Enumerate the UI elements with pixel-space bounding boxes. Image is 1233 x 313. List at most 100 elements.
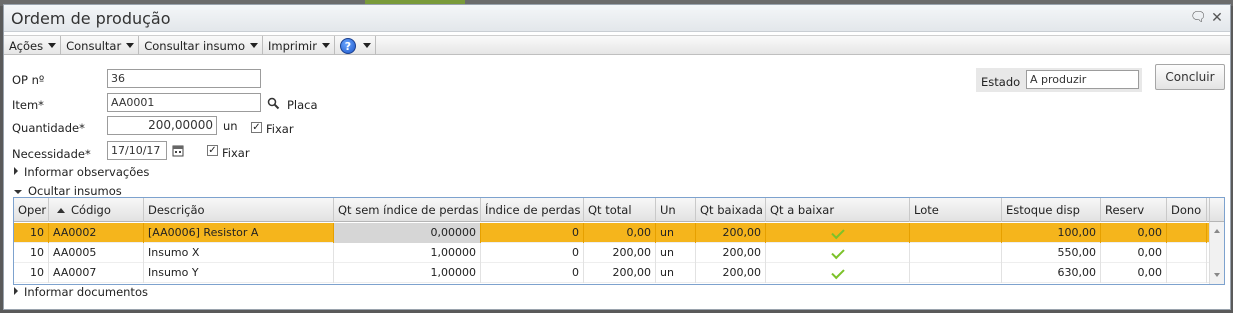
column-header-dono[interactable]: Dono: [1167, 198, 1207, 222]
scroll-up-arrow-icon[interactable]: [1214, 229, 1220, 233]
chevron-down-icon: [250, 43, 258, 48]
cell-dono: [1167, 243, 1207, 263]
imprimir-label: Imprimir: [268, 38, 317, 53]
cell-reserv: 0,00: [1101, 243, 1167, 263]
insumos-grid: Oper Código Descrição Qt sem índice de p…: [13, 197, 1225, 285]
grid-vertical-scrollbar[interactable]: [1209, 222, 1224, 284]
cell-indice-perdas[interactable]: 0: [481, 223, 584, 243]
acoes-menu-button[interactable]: Ações: [4, 36, 62, 55]
search-icon[interactable]: [267, 97, 280, 110]
item-description: Placa: [287, 98, 318, 112]
cell-qt-total: 200,00: [584, 243, 656, 263]
necessidade-fixar-checkbox[interactable]: ✓: [207, 145, 218, 156]
necessidade-date-field[interactable]: 17/10/17: [107, 141, 167, 160]
cell-estoque-disp: 630,00: [1002, 263, 1101, 283]
op-number-field[interactable]: 36: [107, 69, 261, 88]
column-header-qt-sem-indice[interactable]: Qt sem índice de perdas: [334, 198, 481, 222]
cell-descricao: [AA0006] Resistor A: [144, 223, 334, 243]
question-icon: ?: [339, 37, 356, 54]
table-row[interactable]: 10 AA0002 [AA0006] Resistor A 0,00000 0 …: [14, 223, 1210, 243]
cell-dono: [1167, 223, 1207, 243]
grid-header-corner: [1209, 198, 1224, 222]
imprimir-menu-button[interactable]: Imprimir: [263, 36, 335, 55]
chevron-down-icon: [362, 43, 371, 48]
table-row[interactable]: 10 AA0007 Insumo Y 1,00000 0 200,00 un 2…: [14, 263, 1210, 283]
chevron-down-icon: [321, 43, 330, 48]
quantidade-unit: un: [223, 119, 238, 133]
cell-qt-sem-indice[interactable]: 0,00000: [334, 223, 481, 243]
cell-qt-a-baixar[interactable]: [766, 223, 910, 243]
cell-qt-baixada: 200,00: [696, 243, 766, 263]
column-header-qt-baixada[interactable]: Qt baixada: [696, 198, 766, 222]
checkmark-icon: [830, 245, 845, 260]
consultar-menu-button[interactable]: Consultar: [61, 36, 140, 55]
scroll-down-arrow-icon[interactable]: [1214, 273, 1220, 277]
cell-oper: 10: [14, 263, 49, 283]
cell-qt-total: 200,00: [584, 263, 656, 283]
cell-dono: [1167, 263, 1207, 283]
cell-codigo: AA0005: [49, 243, 144, 263]
cell-qt-a-baixar[interactable]: [766, 243, 910, 263]
title-bar: Ordem de produção 🗨 ✕: [4, 5, 1230, 32]
close-icon[interactable]: ✕: [1210, 11, 1224, 25]
informar-documentos-label: Informar documentos: [24, 285, 148, 299]
cell-qt-a-baixar[interactable]: [766, 263, 910, 283]
column-header-lote[interactable]: Lote: [910, 198, 1002, 222]
acoes-label: Ações: [9, 38, 44, 53]
ocultar-insumos-toggle[interactable]: Ocultar insumos: [14, 184, 122, 198]
column-header-qt-total[interactable]: Qt total: [584, 198, 656, 222]
cell-qt-total: 0,00: [584, 223, 656, 243]
cell-qt-sem-indice[interactable]: 1,00000: [334, 263, 481, 283]
help-menu-button[interactable]: ?: [335, 36, 376, 55]
checkmark-icon: [830, 225, 845, 240]
cell-lote[interactable]: [910, 223, 1002, 243]
cell-codigo: AA0007: [49, 263, 144, 283]
cell-qt-baixada: 200,00: [696, 263, 766, 283]
quantidade-fixar-checkbox[interactable]: ✓: [251, 122, 262, 133]
estado-panel: Estado A produzir: [976, 68, 1142, 92]
column-header-indice-perdas[interactable]: Índice de perdas: [481, 198, 584, 222]
column-header-codigo[interactable]: Código: [49, 198, 144, 222]
window-title: Ordem de produção: [11, 9, 171, 28]
cell-un: un: [656, 263, 696, 283]
column-header-codigo-label: Código: [71, 203, 111, 217]
chevron-down-icon: [48, 43, 57, 48]
item-label: Item*: [12, 98, 44, 112]
estado-field[interactable]: A produzir: [1026, 70, 1139, 89]
cell-descricao: Insumo Y: [144, 263, 334, 283]
concluir-button[interactable]: Concluir: [1155, 64, 1225, 90]
cell-reserv: 0,00: [1101, 223, 1167, 243]
informar-documentos-toggle[interactable]: Informar documentos: [14, 285, 148, 299]
cell-qt-baixada: 200,00: [696, 223, 766, 243]
necessidade-fixar-label: Fixar: [222, 146, 250, 160]
collapse-arrow-icon: [14, 190, 22, 194]
cell-lote[interactable]: [910, 243, 1002, 263]
sort-ascending-icon: [57, 208, 65, 213]
item-field[interactable]: AA0001: [107, 93, 261, 112]
column-header-qt-a-baixar[interactable]: Qt a baixar: [766, 198, 910, 222]
column-header-estoque-disp[interactable]: Estoque disp: [1002, 198, 1101, 222]
chat-icon[interactable]: 🗨: [1190, 11, 1207, 25]
column-header-reserv[interactable]: Reserv: [1101, 198, 1167, 222]
informar-observacoes-label: Informar observações: [24, 165, 150, 179]
cell-un: un: [656, 223, 696, 243]
column-header-oper[interactable]: Oper: [14, 198, 49, 222]
cell-indice-perdas[interactable]: 0: [481, 263, 584, 283]
calendar-icon[interactable]: [172, 144, 184, 157]
quantidade-label: Quantidade*: [12, 121, 85, 135]
table-row[interactable]: 10 AA0005 Insumo X 1,00000 0 200,00 un 2…: [14, 243, 1210, 263]
consultar-insumo-menu-button[interactable]: Consultar insumo: [139, 36, 263, 55]
op-label: OP nº: [12, 73, 45, 87]
quantidade-field[interactable]: 200,00000: [107, 116, 217, 135]
column-header-descricao[interactable]: Descrição: [144, 198, 334, 222]
necessidade-label: Necessidade*: [12, 147, 91, 161]
cell-estoque-disp: 100,00: [1002, 223, 1101, 243]
expand-arrow-icon: [14, 287, 18, 295]
ocultar-insumos-label: Ocultar insumos: [28, 184, 122, 198]
chevron-down-icon: [126, 43, 135, 48]
informar-observacoes-toggle[interactable]: Informar observações: [14, 165, 149, 179]
cell-qt-sem-indice[interactable]: 1,00000: [334, 243, 481, 263]
column-header-un[interactable]: Un: [656, 198, 696, 222]
cell-indice-perdas[interactable]: 0: [481, 243, 584, 263]
cell-lote[interactable]: [910, 263, 1002, 283]
